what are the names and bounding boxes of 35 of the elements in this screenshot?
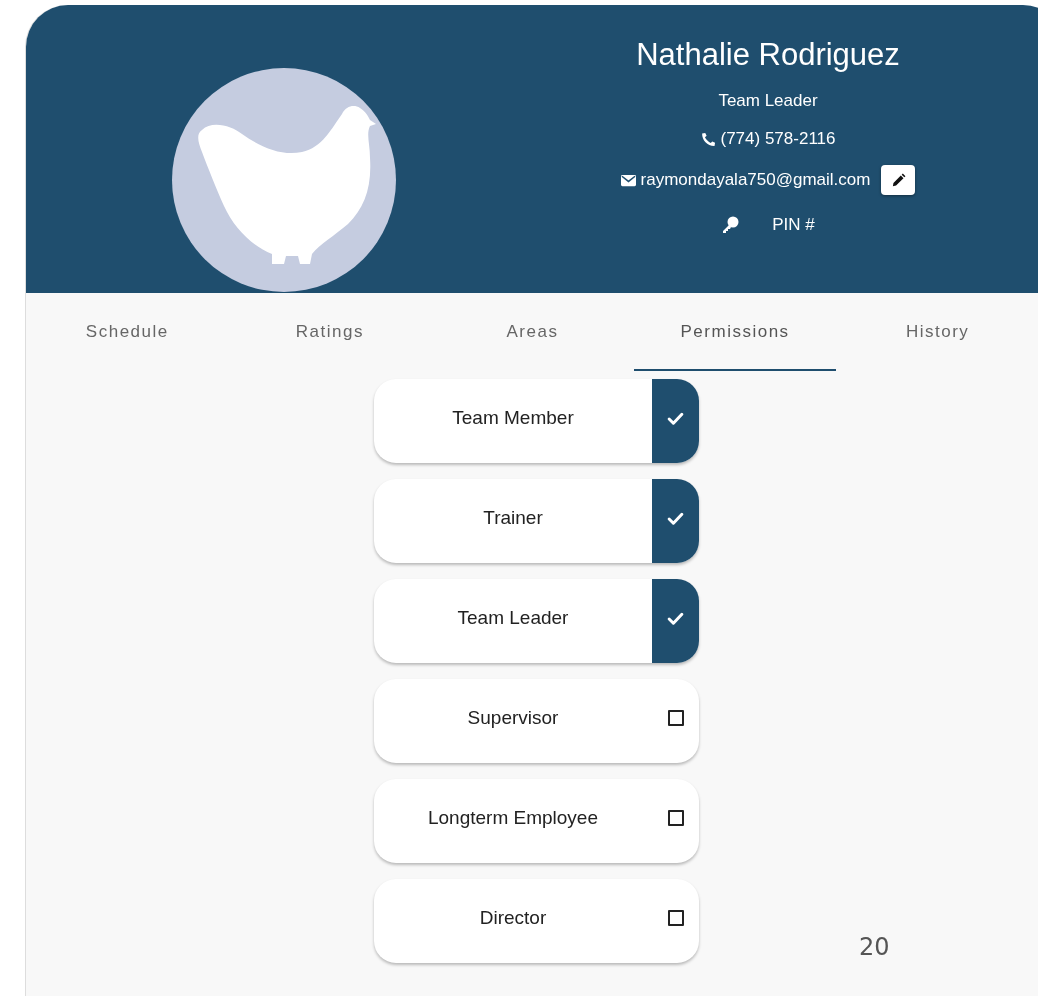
pin-label: PIN # [772, 214, 815, 236]
edit-button[interactable] [881, 165, 916, 195]
pencil-icon [890, 172, 906, 188]
empty-checkbox-icon [667, 710, 684, 726]
tab[interactable]: Ratings [228, 313, 432, 371]
tab[interactable]: Schedule [26, 313, 229, 371]
permission-label: Trainer [482, 507, 544, 530]
permission-toggle[interactable]: Supervisor [374, 679, 699, 763]
page-number: 20 [859, 933, 890, 961]
empty-checkbox-icon [667, 810, 684, 826]
key-icon [721, 216, 740, 234]
avatar-hen-icon [172, 68, 396, 292]
checked-checkbox[interactable] [652, 479, 699, 563]
empty-checkbox-icon [667, 910, 684, 926]
permission-toggle[interactable]: Trainer [374, 479, 699, 563]
email-address: raymondayala750@gmail.com [640, 169, 871, 191]
tab[interactable]: Areas [431, 313, 634, 371]
user-name: Nathalie Rodriguez [636, 36, 900, 74]
phone-number: (774) 578-2116 [720, 128, 836, 150]
user-role: Team Leader [718, 90, 818, 112]
permission-toggle[interactable]: Director [374, 879, 699, 963]
envelope-icon [620, 172, 636, 188]
phone-icon [700, 131, 716, 147]
permission-toggle[interactable]: Team Leader [374, 579, 699, 663]
checked-checkbox[interactable] [652, 379, 699, 463]
permission-toggle[interactable]: Longterm Employee [374, 779, 699, 863]
permission-label: Supervisor [466, 707, 560, 730]
permission-label: Director [478, 907, 548, 930]
tab[interactable]: History [836, 313, 1038, 371]
permission-label: Longterm Employee [426, 807, 599, 830]
permission-label: Team Member [451, 407, 575, 430]
checked-checkbox[interactable] [652, 579, 699, 663]
tab[interactable]: Permissions [633, 313, 837, 371]
permission-label: Team Leader [456, 607, 570, 630]
permission-toggle[interactable]: Team Member [374, 379, 699, 463]
